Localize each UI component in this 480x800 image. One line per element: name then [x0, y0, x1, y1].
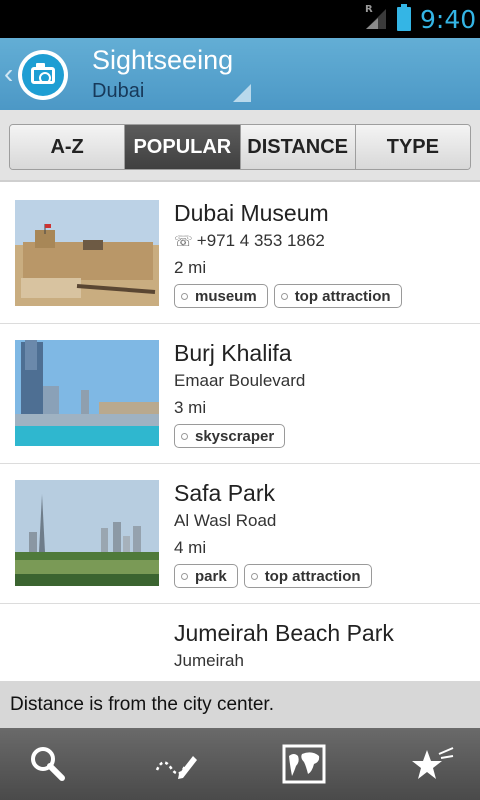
places-list: Dubai Museum ☏ +971 4 353 1862 2 mi museu…: [0, 184, 480, 681]
tag-list: skyscraper: [174, 424, 286, 448]
list-item[interactable]: Dubai Museum ☏ +971 4 353 1862 2 mi museu…: [0, 184, 480, 324]
city-selector[interactable]: Dubai: [92, 80, 144, 103]
list-item[interactable]: Jumeirah Beach Park Jumeirah: [0, 604, 480, 681]
place-photo: [15, 340, 159, 446]
favorites-icon[interactable]: [402, 736, 462, 792]
list-item[interactable]: Burj Khalifa Emaar Boulevard 3 mi skyscr…: [0, 324, 480, 464]
place-distance: 4 mi: [174, 538, 207, 557]
place-name: Jumeirah Beach Park: [174, 620, 394, 646]
tag[interactable]: museum: [174, 284, 268, 308]
tab-popular[interactable]: POPULAR: [125, 125, 241, 169]
clock: 9:40: [420, 5, 477, 34]
tab-type[interactable]: TYPE: [355, 125, 470, 169]
tab-distance[interactable]: DISTANCE: [240, 125, 356, 169]
place-address: Jumeirah: [174, 651, 244, 670]
tag-list: park top attraction: [174, 564, 372, 588]
sort-tabs: A-Z POPULAR DISTANCE TYPE: [9, 124, 471, 170]
place-name: Dubai Museum: [174, 200, 329, 226]
place-phone: ☏ +971 4 353 1862: [174, 231, 325, 251]
app-camera-icon[interactable]: [18, 50, 68, 100]
tag[interactable]: skyscraper: [174, 424, 286, 448]
battery-icon: [397, 4, 411, 31]
phone-icon: ☏: [174, 233, 193, 250]
place-photo: [15, 480, 159, 586]
signal-icon: [366, 9, 386, 29]
page-title: Sightseeing: [92, 45, 234, 75]
tag[interactable]: top attraction: [243, 564, 372, 588]
phone-number: +971 4 353 1862: [196, 231, 325, 250]
back-chevron-icon[interactable]: ‹: [4, 58, 13, 90]
dropdown-indicator-icon[interactable]: [233, 84, 251, 102]
place-name: Burj Khalifa: [174, 340, 292, 366]
tag[interactable]: top attraction: [273, 284, 402, 308]
tab-a-z[interactable]: A-Z: [10, 125, 126, 169]
status-bar: R 9:40: [0, 0, 480, 38]
place-photo: [15, 200, 159, 306]
action-bar: ‹ Sightseeing Dubai: [0, 38, 480, 110]
sort-tab-bar: A-Z POPULAR DISTANCE TYPE: [0, 110, 480, 182]
place-name: Safa Park: [174, 480, 275, 506]
map-icon[interactable]: [274, 736, 334, 792]
distance-note: Distance is from the city center.: [0, 681, 480, 728]
search-icon[interactable]: [18, 736, 78, 792]
place-distance: 3 mi: [174, 398, 207, 417]
place-address: Emaar Boulevard: [174, 371, 306, 390]
tag[interactable]: park: [174, 564, 238, 588]
tag-list: museum top attraction: [174, 284, 402, 308]
place-address: Al Wasl Road: [174, 511, 277, 530]
list-item[interactable]: Safa Park Al Wasl Road 4 mi park top att…: [0, 464, 480, 604]
place-distance: 2 mi: [174, 258, 207, 277]
draw-route-icon[interactable]: [146, 736, 206, 792]
bottom-nav: [0, 728, 480, 800]
